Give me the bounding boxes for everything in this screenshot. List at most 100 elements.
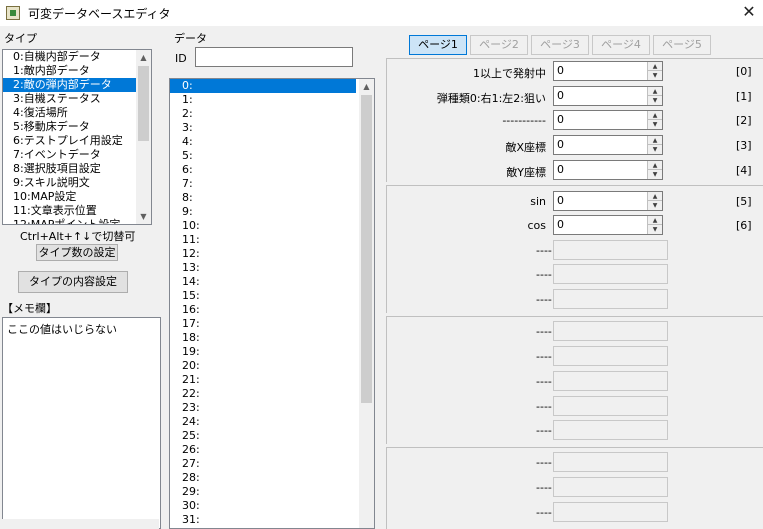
- type-count-button[interactable]: タイプ数の設定: [36, 244, 118, 261]
- data-list-item[interactable]: 19:: [170, 345, 356, 359]
- field-index: [5]: [736, 195, 752, 208]
- field-label: 敵X座標: [505, 141, 546, 154]
- tab-page-4[interactable]: ページ4: [592, 35, 650, 55]
- data-list-item[interactable]: 28:: [170, 471, 356, 485]
- data-list-item[interactable]: 6:: [170, 163, 356, 177]
- data-list-item[interactable]: 9:: [170, 205, 356, 219]
- type-list-item[interactable]: 9:スキル説明文: [3, 176, 136, 190]
- stepper-value[interactable]: 0: [557, 64, 564, 77]
- spin-down-icon[interactable]: ▼: [648, 170, 662, 179]
- data-list-item[interactable]: 22:: [170, 387, 356, 401]
- data-list-item[interactable]: 17:: [170, 317, 356, 331]
- data-list-item[interactable]: 26:: [170, 443, 356, 457]
- data-list-scrollbar[interactable]: ▲: [359, 79, 374, 528]
- memo-scrollbar[interactable]: [2, 519, 159, 529]
- type-list-item[interactable]: 7:イベントデータ: [3, 148, 136, 162]
- data-list-item[interactable]: 3:: [170, 121, 356, 135]
- value-stepper[interactable]: 0 ▲ ▼: [553, 191, 663, 211]
- data-list-item[interactable]: 21:: [170, 373, 356, 387]
- type-list-item[interactable]: 4:復活場所: [3, 106, 136, 120]
- data-list-item[interactable]: 24:: [170, 415, 356, 429]
- stepper-value[interactable]: 0: [557, 89, 564, 102]
- spin-down-icon[interactable]: ▼: [648, 201, 662, 210]
- type-list-item[interactable]: 5:移動床データ: [3, 120, 136, 134]
- type-list[interactable]: 0:自機内部データ 1:敵内部データ 2:敵の弾内部データ 3:自機ステータス 4:復活…: [2, 49, 152, 225]
- value-stepper[interactable]: 0 ▲ ▼: [553, 86, 663, 106]
- spin-down-icon[interactable]: ▼: [648, 71, 662, 80]
- type-list-item[interactable]: 12:MAPポイント設定: [3, 218, 136, 224]
- scroll-up-icon[interactable]: ▲: [136, 50, 151, 65]
- stepper-value[interactable]: 0: [557, 163, 564, 176]
- type-list-item[interactable]: 10:MAP設定: [3, 190, 136, 204]
- type-list-item[interactable]: 8:選択肢項目設定: [3, 162, 136, 176]
- data-list-item[interactable]: 4:: [170, 135, 356, 149]
- memo-textarea[interactable]: ここの値はいじらない: [2, 317, 161, 529]
- scroll-thumb[interactable]: [361, 95, 372, 403]
- tab-page-2[interactable]: ページ2: [470, 35, 528, 55]
- spin-up-icon[interactable]: ▲: [648, 87, 662, 96]
- tab-page-3[interactable]: ページ3: [531, 35, 589, 55]
- disabled-field-input: [553, 321, 668, 341]
- app-icon: [6, 6, 20, 20]
- data-list-item[interactable]: 27:: [170, 457, 356, 471]
- value-stepper[interactable]: 0 ▲ ▼: [553, 110, 663, 130]
- stepper-value[interactable]: 0: [557, 138, 564, 151]
- data-list-item[interactable]: 23:: [170, 401, 356, 415]
- value-stepper[interactable]: 0 ▲ ▼: [553, 160, 663, 180]
- field-label: cos: [527, 219, 546, 232]
- type-list-item[interactable]: 0:自機内部データ: [3, 50, 136, 64]
- close-icon[interactable]: ✕: [739, 2, 759, 22]
- type-content-button[interactable]: タイプの内容設定: [18, 271, 128, 293]
- data-list-item[interactable]: 16:: [170, 303, 356, 317]
- data-list-item[interactable]: 5:: [170, 149, 356, 163]
- type-list-item[interactable]: 11:文章表示位置: [3, 204, 136, 218]
- type-list-scrollbar[interactable]: ▲ ▼: [136, 50, 151, 224]
- data-list[interactable]: 0: 1: 2: 3: 4: 5: 6: 7: 8: 9: 10: 11: 12: 13: 14: 15: 16…: [169, 78, 375, 529]
- data-list-item[interactable]: 11:: [170, 233, 356, 247]
- data-list-item[interactable]: 0:: [170, 79, 356, 93]
- data-list-item[interactable]: 12:: [170, 247, 356, 261]
- scroll-up-icon[interactable]: ▲: [359, 79, 374, 94]
- stepper-value[interactable]: 0: [557, 218, 564, 231]
- stepper-value[interactable]: 0: [557, 113, 564, 126]
- spin-up-icon[interactable]: ▲: [648, 62, 662, 71]
- value-stepper[interactable]: 0 ▲ ▼: [553, 135, 663, 155]
- stepper-value[interactable]: 0: [557, 194, 564, 207]
- spin-down-icon[interactable]: ▼: [648, 120, 662, 129]
- disabled-field-input: [553, 289, 668, 309]
- tab-page-5[interactable]: ページ5: [653, 35, 711, 55]
- type-list-item[interactable]: 1:敵内部データ: [3, 64, 136, 78]
- type-list-item[interactable]: 3:自機ステータス: [3, 92, 136, 106]
- data-list-item[interactable]: 20:: [170, 359, 356, 373]
- data-list-item[interactable]: 10:: [170, 219, 356, 233]
- data-list-item[interactable]: 8:: [170, 191, 356, 205]
- data-list-item[interactable]: 1:: [170, 93, 356, 107]
- spin-up-icon[interactable]: ▲: [648, 216, 662, 225]
- data-list-item[interactable]: 2:: [170, 107, 356, 121]
- spin-up-icon[interactable]: ▲: [648, 111, 662, 120]
- scroll-down-icon[interactable]: ▼: [136, 209, 151, 224]
- data-list-item[interactable]: 14:: [170, 275, 356, 289]
- spin-down-icon[interactable]: ▼: [648, 145, 662, 154]
- type-list-item[interactable]: 6:テストプレイ用設定: [3, 134, 136, 148]
- data-list-item[interactable]: 25:: [170, 429, 356, 443]
- type-list-item[interactable]: 2:敵の弾内部データ: [3, 78, 136, 92]
- value-stepper[interactable]: 0 ▲ ▼: [553, 215, 663, 235]
- id-input[interactable]: [195, 47, 353, 67]
- spin-up-icon[interactable]: ▲: [648, 161, 662, 170]
- data-list-item[interactable]: 15:: [170, 289, 356, 303]
- data-list-item[interactable]: 29:: [170, 485, 356, 499]
- spin-down-icon[interactable]: ▼: [648, 96, 662, 105]
- value-stepper[interactable]: 0 ▲ ▼: [553, 61, 663, 81]
- spin-down-icon[interactable]: ▼: [648, 225, 662, 234]
- scroll-thumb[interactable]: [138, 66, 149, 141]
- data-list-item[interactable]: 30:: [170, 499, 356, 513]
- spin-up-icon[interactable]: ▲: [648, 136, 662, 145]
- spin-up-icon[interactable]: ▲: [648, 192, 662, 201]
- data-list-item[interactable]: 13:: [170, 261, 356, 275]
- tab-page-1[interactable]: ページ1: [409, 35, 467, 55]
- disabled-field-label: ----: [536, 375, 552, 388]
- data-list-item[interactable]: 18:: [170, 331, 356, 345]
- data-list-item[interactable]: 31:: [170, 513, 356, 527]
- data-list-item[interactable]: 7:: [170, 177, 356, 191]
